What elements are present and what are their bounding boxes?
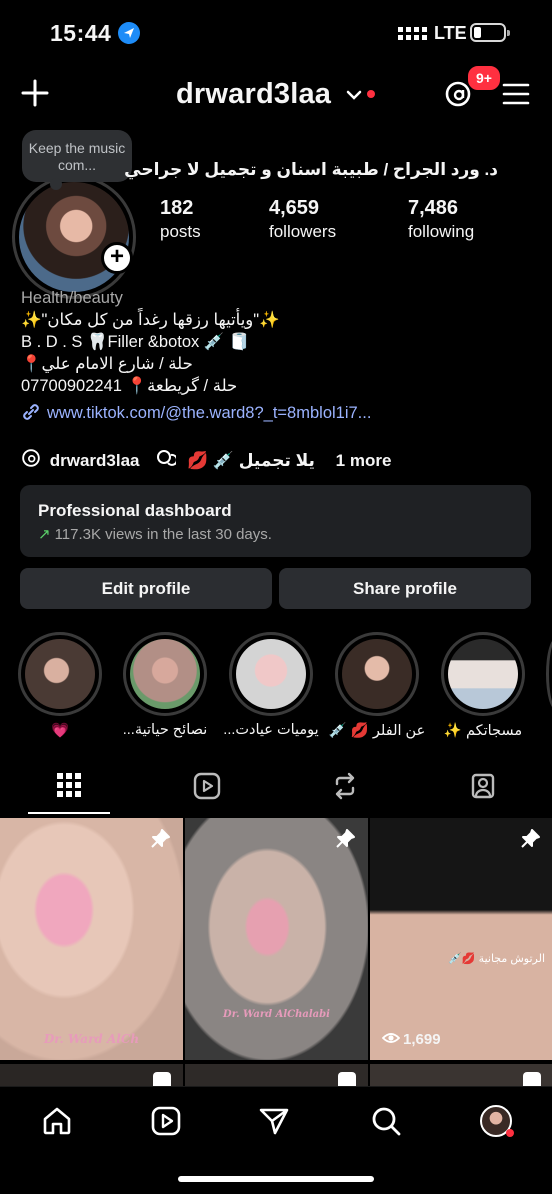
chat-bubbles-icon: [156, 448, 179, 473]
more-mentions[interactable]: 1 more: [336, 451, 392, 471]
chevron-down-icon[interactable]: [346, 88, 362, 106]
stat-following[interactable]: 7,486 following: [408, 197, 474, 242]
home-icon[interactable]: [41, 1105, 73, 1142]
send-icon[interactable]: [258, 1105, 290, 1142]
highlight-item-partial[interactable]: [546, 638, 552, 710]
highlight-item[interactable]: يوميات عيادت...: [223, 632, 319, 738]
notification-badge: 9+: [466, 64, 502, 92]
pin-icon: [149, 828, 171, 855]
bio-link-text: www.tiktok.com/@the.ward8?_t=8mblol1i7..…: [47, 404, 372, 422]
edit-profile-button[interactable]: Edit profile: [20, 568, 272, 609]
highlight-cover: [448, 639, 518, 709]
stat-followers-label: followers: [269, 222, 337, 241]
highlight-cover: [236, 639, 306, 709]
bio-category: Health/beauty: [21, 289, 123, 307]
stat-posts-label: posts: [160, 222, 201, 241]
bio-link[interactable]: www.tiktok.com/@the.ward8?_t=8mblol1i7..…: [21, 402, 541, 424]
reposts-tab-icon[interactable]: [331, 772, 359, 805]
grid-icon[interactable]: [56, 772, 82, 803]
cellular-signal-icon: [398, 24, 428, 47]
highlight-item[interactable]: نصائح حياتية...: [123, 632, 207, 738]
account-notification-dot: [367, 90, 375, 98]
link-icon: [23, 404, 39, 420]
username-title[interactable]: drward3laa: [176, 78, 331, 111]
profile-notification-dot: [506, 1129, 514, 1137]
post-caption-overlay: الرتوش مجانية 💋💉: [448, 953, 545, 965]
trend-up-icon: ↗: [38, 526, 51, 543]
profile-tabs: [0, 768, 552, 816]
add-story-button[interactable]: +: [101, 242, 133, 274]
post-watermark: Dr. Ward AlChalabi: [223, 1009, 330, 1020]
threads-small-icon[interactable]: [21, 448, 41, 473]
stat-posts-value: 182: [160, 197, 194, 219]
pin-icon: [519, 828, 541, 855]
highlight-item[interactable]: 💗: [18, 632, 102, 739]
highlight-cover: [342, 639, 412, 709]
dashboard-views: 117.3K views in the last 30 days.: [54, 526, 272, 543]
stat-following-value: 7,486: [408, 197, 459, 219]
mentions-row: drward3laa يلا تجميل 💉 💋 1 more: [21, 448, 541, 473]
professional-dashboard[interactable]: Professional dashboard ↗ 117.3K views in …: [20, 485, 531, 557]
full-name: د. ورد الجراح / طبيبة اسنان و تجميل لا ج…: [124, 160, 498, 179]
dashboard-title: Professional dashboard: [38, 501, 232, 520]
stat-followers[interactable]: 4,659 followers: [269, 197, 336, 242]
network-type: LTE: [434, 23, 467, 43]
pin-icon: [334, 828, 356, 855]
post-watermark: Dr. Ward AlCh: [43, 1032, 140, 1046]
bio-line: 07700902241 📍حلة / گريطعة: [21, 377, 238, 395]
stat-followers-value: 4,659: [269, 197, 320, 219]
status-bar: 15:44 LTE: [0, 0, 552, 64]
avatar-photo: [19, 182, 129, 292]
dashboard-subtitle: ↗ 117.3K views in the last 30 days.: [38, 525, 513, 543]
note-bubble[interactable]: Keep the music com...: [22, 130, 132, 190]
highlight-item[interactable]: عن الفلر 💋 💉: [329, 632, 425, 739]
tagged-tab-icon[interactable]: [469, 772, 497, 805]
create-plus-icon[interactable]: [20, 78, 50, 113]
post-views: 1,699: [381, 1031, 441, 1048]
reels-tab-icon[interactable]: [193, 772, 221, 805]
post-thumbnail[interactable]: Dr. Ward AlCh: [0, 818, 183, 1060]
highlight-caption: مسجاتكم ✨: [443, 723, 523, 739]
profile-header: drward3laa 9+: [0, 64, 552, 120]
post-thumbnail[interactable]: Dr. Ward AlChalabi: [185, 818, 368, 1060]
profile-avatar[interactable]: [12, 175, 136, 299]
battery-icon: [470, 23, 510, 42]
hamburger-menu-icon[interactable]: [502, 82, 530, 111]
active-tab-indicator: [28, 812, 110, 814]
status-time: 15:44: [50, 20, 112, 46]
home-indicator: [178, 1176, 374, 1182]
reels-nav-icon[interactable]: [150, 1105, 182, 1142]
bio-line: ✨"ويأتيها رزقها رغداً من كل مكان"✨: [21, 311, 280, 329]
highlight-cover: [130, 639, 200, 709]
stat-following-label: following: [408, 222, 475, 241]
stat-posts[interactable]: 182 posts: [160, 197, 201, 242]
threads-handle[interactable]: drward3laa: [50, 451, 140, 471]
eye-icon: [381, 1033, 401, 1043]
location-icon: [118, 22, 140, 44]
posts-grid: Dr. Ward AlCh Dr. Ward AlChalabi الرتوش …: [0, 818, 552, 1093]
bio-line: 📍حلة / شارع الامام علي: [21, 355, 193, 373]
post-views-count: 1,699: [403, 1031, 441, 1048]
bio-line: B . D . S 🦷Filler &botox 💉 🧻: [21, 333, 250, 351]
mention-label[interactable]: يلا تجميل 💉 💋: [187, 451, 315, 471]
highlight-item[interactable]: مسجاتكم ✨: [441, 632, 525, 739]
post-thumbnail[interactable]: الرتوش مجانية 💋💉 1,699: [370, 818, 552, 1060]
highlight-cover: [25, 639, 95, 709]
search-icon[interactable]: [370, 1105, 402, 1142]
bio: Health/beauty ✨"ويأتيها رزقها رغداً من ك…: [21, 287, 541, 424]
share-profile-button[interactable]: Share profile: [279, 568, 531, 609]
